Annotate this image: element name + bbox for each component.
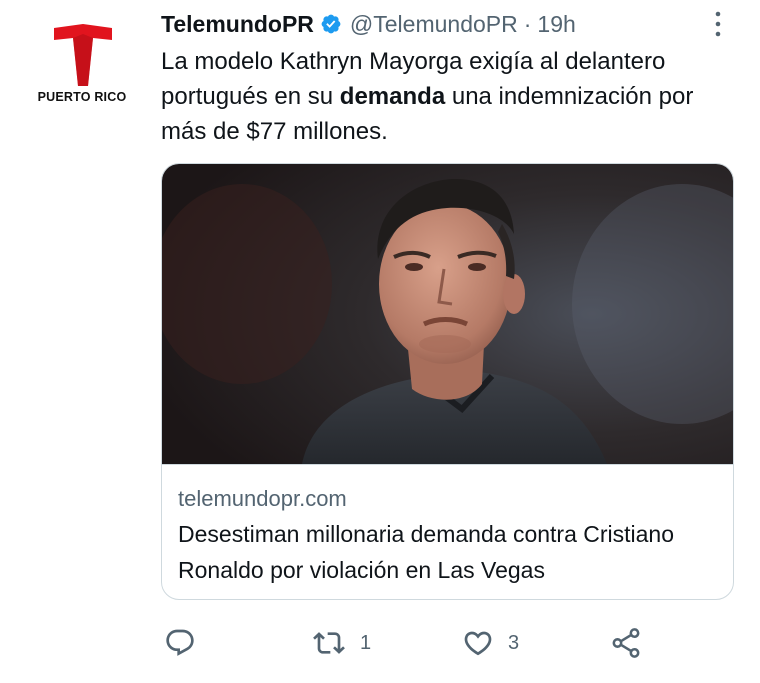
tweet[interactable]: PUERTO RICO TelemundoPR @TelemundoPR · 1…	[0, 0, 760, 683]
more-icon[interactable]	[704, 8, 732, 40]
timestamp[interactable]: 19h	[537, 11, 575, 38]
like-icon	[464, 631, 492, 656]
action-bar: 1 3	[0, 618, 760, 668]
share-icon	[612, 628, 640, 658]
like-count: 3	[508, 631, 520, 654]
retweet-icon	[313, 632, 345, 654]
logo-text: PUERTO RICO	[37, 90, 127, 104]
verified-badge-icon	[320, 13, 342, 35]
player-photo[interactable]	[162, 164, 733, 464]
share-button[interactable]	[608, 618, 644, 668]
link-card[interactable]: telemundopr.com Desestiman millonaria de…	[161, 163, 734, 600]
reply-icon	[166, 629, 194, 656]
telemundo-logo-icon	[54, 24, 112, 86]
avatar[interactable]: PUERTO RICO	[30, 24, 134, 110]
card-domain: telemundopr.com	[178, 486, 347, 511]
separator-dot: ·	[523, 10, 532, 37]
tweet-text-bold: demanda	[339, 83, 446, 110]
card-divider	[162, 464, 733, 465]
like-button[interactable]: 3	[460, 618, 519, 668]
display-name[interactable]: TelemundoPR	[161, 11, 314, 38]
card-title: Desestiman millonaria demanda contra Cri…	[178, 521, 675, 583]
tweet-header: TelemundoPR @TelemundoPR · 19h	[161, 8, 576, 40]
handle[interactable]: @TelemundoPR	[350, 11, 518, 38]
tweet-text: La modelo Kathryn Mayorga exigía al dela…	[161, 44, 741, 149]
reply-button[interactable]	[162, 618, 198, 668]
retweet-count: 1	[360, 631, 372, 654]
retweet-button[interactable]: 1	[310, 618, 371, 668]
